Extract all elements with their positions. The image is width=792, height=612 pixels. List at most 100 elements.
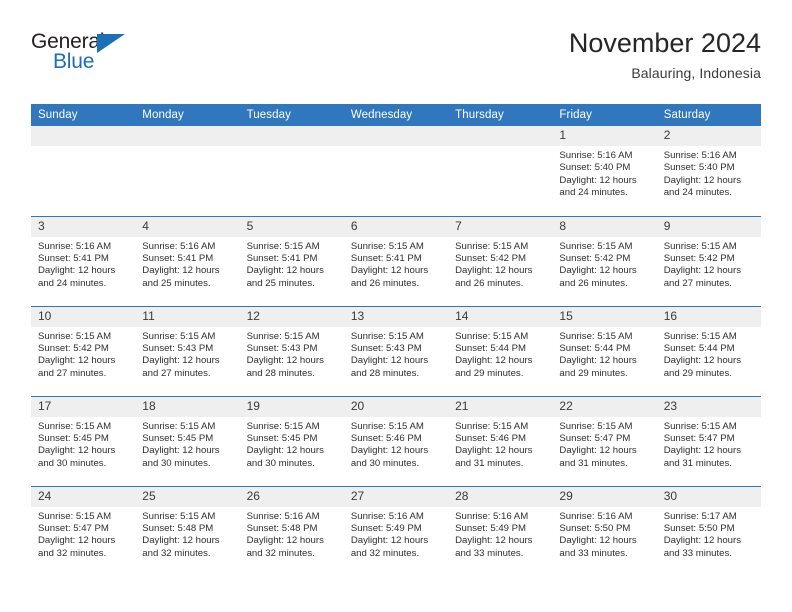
- calendar-cell-day[interactable]: 26 Sunrise: 5:16 AM Sunset: 5:48 PM Dayligh…: [239, 485, 344, 576]
- calendar-cell-empty: [31, 126, 136, 216]
- calendar-page: General Blue November 2024 Balauring, In…: [0, 0, 792, 612]
- day-cell: 3 Sunrise: 5:16 AM Sunset: 5:41 PM Daylight…: [31, 216, 136, 306]
- day-number: 20: [343, 396, 449, 417]
- sunrise-text: Sunrise: 5:15 AM: [246, 240, 320, 252]
- day-number: 30: [656, 486, 761, 507]
- day-cell: [448, 126, 553, 216]
- daylight-text: Daylight: 12 hours and 32 minutes.: [246, 535, 324, 559]
- daylight-text: Daylight: 12 hours and 32 minutes.: [142, 535, 220, 559]
- day-cell: 8 Sunrise: 5:15 AM Sunset: 5:42 PM Daylight…: [552, 216, 657, 306]
- calendar-body: 1 Sunrise: 5:16 AM Sunset: 5:40 PM Daylight…: [31, 126, 761, 576]
- calendar-cell-day[interactable]: 18 Sunrise: 5:15 AM Sunset: 5:45 PM Dayligh…: [135, 395, 240, 486]
- calendar-cell-day[interactable]: 29 Sunrise: 5:16 AM Sunset: 5:50 PM Dayligh…: [552, 485, 657, 576]
- day-details: Sunrise: 5:15 AM Sunset: 5:43 PM Daylight:…: [240, 327, 344, 381]
- day-number: 27: [343, 486, 449, 507]
- daylight-text: Daylight: 12 hours and 33 minutes.: [559, 535, 637, 559]
- calendar-cell-day[interactable]: 22 Sunrise: 5:15 AM Sunset: 5:47 PM Dayligh…: [552, 395, 657, 486]
- calendar-cell-day[interactable]: 20 Sunrise: 5:15 AM Sunset: 5:46 PM Dayligh…: [343, 395, 449, 486]
- calendar-cell-day[interactable]: 16 Sunrise: 5:15 AM Sunset: 5:44 PM Dayligh…: [656, 305, 761, 396]
- day-details: Sunrise: 5:16 AM Sunset: 5:41 PM Daylight:…: [135, 237, 239, 291]
- calendar-cell-day[interactable]: 25 Sunrise: 5:15 AM Sunset: 5:48 PM Dayligh…: [135, 485, 240, 576]
- day-details: Sunrise: 5:15 AM Sunset: 5:43 PM Daylight:…: [344, 327, 448, 381]
- day-cell: 9 Sunrise: 5:15 AM Sunset: 5:42 PM Daylight…: [656, 216, 761, 306]
- calendar-cell-day[interactable]: 30 Sunrise: 5:17 AM Sunset: 5:50 PM Dayligh…: [656, 485, 761, 576]
- day-details: Sunrise: 5:15 AM Sunset: 5:44 PM Daylight:…: [448, 327, 552, 381]
- day-details: Sunrise: 5:16 AM Sunset: 5:48 PM Daylight:…: [240, 507, 344, 561]
- calendar-cell-empty: [239, 126, 344, 216]
- sunrise-text: Sunrise: 5:16 AM: [559, 150, 633, 161]
- daylight-text: Daylight: 12 hours and 25 minutes.: [246, 265, 324, 289]
- day-number: 15: [552, 306, 657, 327]
- daylight-text: Daylight: 12 hours and 29 minutes.: [663, 355, 742, 379]
- calendar-cell-day[interactable]: 9 Sunrise: 5:15 AM Sunset: 5:42 PM Daylight…: [656, 215, 761, 306]
- sunset-text: Sunset: 5:41 PM: [38, 252, 109, 264]
- calendar-cell-day[interactable]: 5 Sunrise: 5:15 AM Sunset: 5:41 PM Daylight…: [239, 215, 344, 306]
- daylight-text: Daylight: 12 hours and 32 minutes.: [350, 535, 429, 559]
- generalblue-logo: General Blue: [31, 28, 139, 76]
- sunrise-text: Sunrise: 5:15 AM: [246, 420, 320, 432]
- calendar-cell-day[interactable]: 19 Sunrise: 5:15 AM Sunset: 5:45 PM Dayligh…: [239, 395, 344, 486]
- calendar-week-row: 10 Sunrise: 5:15 AM Sunset: 5:42 PM Dayligh…: [31, 305, 761, 396]
- day-number: [239, 126, 344, 146]
- day-number: 3: [31, 216, 136, 237]
- sunset-text: Sunset: 5:50 PM: [663, 522, 735, 534]
- day-number: 28: [448, 486, 553, 507]
- daylight-text: Daylight: 12 hours and 32 minutes.: [38, 535, 116, 559]
- day-cell: 6 Sunrise: 5:15 AM Sunset: 5:41 PM Daylight…: [343, 216, 449, 306]
- calendar-cell-day[interactable]: 1 Sunrise: 5:16 AM Sunset: 5:40 PM Daylight…: [552, 126, 657, 216]
- calendar-cell-day[interactable]: 24 Sunrise: 5:15 AM Sunset: 5:47 PM Dayligh…: [31, 485, 136, 576]
- day-number: 7: [448, 216, 553, 237]
- calendar-cell-day[interactable]: 11 Sunrise: 5:15 AM Sunset: 5:43 PM Dayligh…: [135, 305, 240, 396]
- calendar-cell-day[interactable]: 7 Sunrise: 5:15 AM Sunset: 5:42 PM Daylight…: [448, 215, 553, 306]
- sunrise-text: Sunrise: 5:15 AM: [38, 510, 112, 522]
- calendar-cell-day[interactable]: 3 Sunrise: 5:16 AM Sunset: 5:41 PM Daylight…: [31, 215, 136, 306]
- calendar-cell-day[interactable]: 28 Sunrise: 5:16 AM Sunset: 5:49 PM Dayligh…: [448, 485, 553, 576]
- day-number: [343, 126, 449, 146]
- sunrise-text: Sunrise: 5:16 AM: [350, 510, 424, 522]
- day-cell: 4 Sunrise: 5:16 AM Sunset: 5:41 PM Daylight…: [135, 216, 240, 306]
- day-cell: 23 Sunrise: 5:15 AM Sunset: 5:47 PM Dayligh…: [656, 396, 761, 486]
- daylight-text: Daylight: 12 hours and 27 minutes.: [142, 355, 220, 379]
- calendar-cell-day[interactable]: 17 Sunrise: 5:15 AM Sunset: 5:45 PM Dayligh…: [31, 395, 136, 486]
- daylight-text: Daylight: 12 hours and 30 minutes.: [38, 445, 116, 469]
- calendar-cell-day[interactable]: 15 Sunrise: 5:15 AM Sunset: 5:44 PM Dayligh…: [552, 305, 657, 396]
- calendar-cell-day[interactable]: 6 Sunrise: 5:15 AM Sunset: 5:41 PM Daylight…: [343, 215, 449, 306]
- daylight-text: Daylight: 12 hours and 28 minutes.: [350, 355, 429, 379]
- calendar-cell-day[interactable]: 21 Sunrise: 5:15 AM Sunset: 5:46 PM Dayligh…: [448, 395, 553, 486]
- daylight-text: Daylight: 12 hours and 33 minutes.: [663, 535, 742, 559]
- day-cell: 19 Sunrise: 5:15 AM Sunset: 5:45 PM Dayligh…: [239, 396, 344, 486]
- sunset-text: Sunset: 5:49 PM: [455, 522, 527, 534]
- calendar-cell-day[interactable]: 27 Sunrise: 5:16 AM Sunset: 5:49 PM Dayligh…: [343, 485, 449, 576]
- calendar-cell-day[interactable]: 10 Sunrise: 5:15 AM Sunset: 5:42 PM Dayligh…: [31, 305, 136, 396]
- daylight-text: Daylight: 12 hours and 31 minutes.: [559, 445, 637, 469]
- calendar-cell-day[interactable]: 23 Sunrise: 5:15 AM Sunset: 5:47 PM Dayligh…: [656, 395, 761, 486]
- calendar-cell-day[interactable]: 4 Sunrise: 5:16 AM Sunset: 5:41 PM Daylight…: [135, 215, 240, 306]
- day-cell: 20 Sunrise: 5:15 AM Sunset: 5:46 PM Dayligh…: [343, 396, 449, 486]
- calendar-cell-day[interactable]: 2 Sunrise: 5:16 AM Sunset: 5:40 PM Daylight…: [656, 126, 761, 216]
- day-details: Sunrise: 5:16 AM Sunset: 5:41 PM Daylight:…: [31, 237, 135, 291]
- day-number: [31, 126, 136, 146]
- day-details: Sunrise: 5:15 AM Sunset: 5:45 PM Daylight:…: [31, 417, 135, 471]
- day-cell: 14 Sunrise: 5:15 AM Sunset: 5:44 PM Dayligh…: [448, 306, 553, 396]
- day-cell: 30 Sunrise: 5:17 AM Sunset: 5:50 PM Dayligh…: [656, 486, 761, 576]
- day-number: 12: [239, 306, 344, 327]
- calendar-cell-day[interactable]: 13 Sunrise: 5:15 AM Sunset: 5:43 PM Dayligh…: [343, 305, 449, 396]
- sunset-text: Sunset: 5:43 PM: [142, 342, 214, 354]
- daylight-text: Daylight: 12 hours and 30 minutes.: [142, 445, 220, 469]
- day-details: Sunrise: 5:15 AM Sunset: 5:45 PM Daylight:…: [135, 417, 239, 471]
- sunset-text: Sunset: 5:46 PM: [350, 432, 422, 444]
- day-cell: 25 Sunrise: 5:15 AM Sunset: 5:48 PM Dayligh…: [135, 486, 240, 576]
- calendar-week-row: 17 Sunrise: 5:15 AM Sunset: 5:45 PM Dayligh…: [31, 395, 761, 486]
- calendar-cell-day[interactable]: 8 Sunrise: 5:15 AM Sunset: 5:42 PM Daylight…: [552, 215, 657, 306]
- day-details: Sunrise: 5:15 AM Sunset: 5:46 PM Daylight:…: [448, 417, 552, 471]
- day-cell: 2 Sunrise: 5:16 AM Sunset: 5:40 PM Daylight…: [656, 126, 761, 216]
- day-number: 8: [552, 216, 657, 237]
- weekday-header-tuesday: Tuesday: [239, 104, 344, 126]
- day-cell: 10 Sunrise: 5:15 AM Sunset: 5:42 PM Dayligh…: [31, 306, 136, 396]
- day-details: Sunrise: 5:15 AM Sunset: 5:47 PM Daylight:…: [31, 507, 135, 561]
- calendar-cell-day[interactable]: 12 Sunrise: 5:15 AM Sunset: 5:43 PM Dayligh…: [239, 305, 344, 396]
- calendar-cell-day[interactable]: 14 Sunrise: 5:15 AM Sunset: 5:44 PM Dayligh…: [448, 305, 553, 396]
- logo-triangle-icon: [97, 34, 125, 53]
- day-cell: 7 Sunrise: 5:15 AM Sunset: 5:42 PM Daylight…: [448, 216, 553, 306]
- daylight-text: Daylight: 12 hours and 30 minutes.: [246, 445, 324, 469]
